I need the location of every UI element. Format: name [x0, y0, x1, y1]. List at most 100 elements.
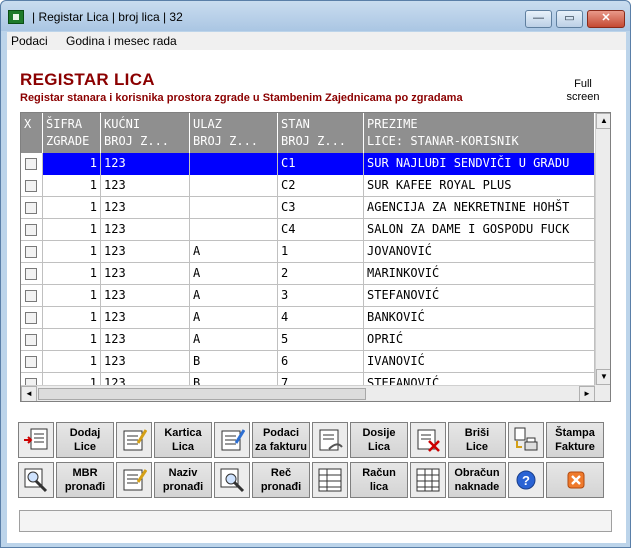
row-checkbox[interactable] — [25, 224, 37, 236]
cell-sifra[interactable]: 1 — [43, 307, 101, 329]
find-mbr-button[interactable]: MBR pronađi — [56, 462, 114, 498]
row-checkbox[interactable] — [25, 290, 37, 302]
cell-kucni[interactable]: 123 — [101, 175, 190, 197]
dossier-icon[interactable] — [312, 422, 348, 458]
table-row[interactable]: 1 123 C2 SUR KAFEE ROYAL PLUS — [21, 175, 595, 197]
search-word-icon[interactable] — [214, 462, 250, 498]
cell-kucni[interactable]: 123 — [101, 197, 190, 219]
cell-stan[interactable]: 1 — [278, 241, 364, 263]
cell-prezime[interactable]: IVANOVIĆ — [364, 351, 595, 373]
table-row[interactable]: 1 123 A 1 JOVANOVIĆ — [21, 241, 595, 263]
cell-ulaz[interactable]: A — [190, 329, 278, 351]
person-card-button[interactable]: Kartica Lica — [154, 422, 212, 458]
cell-kucni[interactable]: 123 — [101, 285, 190, 307]
exit-button[interactable] — [546, 462, 604, 498]
help-icon[interactable]: ? — [508, 462, 544, 498]
cell-prezime[interactable]: STEFANOVIĆ — [364, 285, 595, 307]
cell-sifra[interactable]: 1 — [43, 263, 101, 285]
row-checkbox[interactable] — [25, 312, 37, 324]
print-invoice-button[interactable]: Štampa Fakture — [546, 422, 604, 458]
cell-kucni[interactable]: 123 — [101, 351, 190, 373]
column-header[interactable]: STAN BROJ Z... — [278, 113, 364, 153]
cell-stan[interactable]: 5 — [278, 329, 364, 351]
cell-ulaz[interactable] — [190, 175, 278, 197]
maximize-button[interactable]: ▭ — [556, 10, 583, 28]
table-row[interactable]: 1 123 C3 AGENCIJA ZA NEKRETNINE HOHŠT — [21, 197, 595, 219]
fullscreen-button[interactable]: Full screen — [562, 78, 604, 104]
cell-sifra[interactable]: 1 — [43, 351, 101, 373]
cell-ulaz[interactable]: B — [190, 351, 278, 373]
vertical-scrollbar[interactable]: ▲ ▼ — [595, 113, 610, 385]
cell-prezime[interactable]: SUR NAJLUĐI SENDVIČI U GRADU — [364, 153, 595, 175]
fee-calculation-button[interactable]: Obračun naknade — [448, 462, 506, 498]
cell-ulaz[interactable]: A — [190, 241, 278, 263]
table-row[interactable]: 1 123 A 5 OPRIĆ — [21, 329, 595, 351]
cell-stan[interactable]: 4 — [278, 307, 364, 329]
column-header[interactable]: X — [21, 113, 43, 153]
scroll-up-icon[interactable]: ▲ — [596, 113, 610, 129]
dossier-button[interactable]: Dosije Lica — [350, 422, 408, 458]
add-record-icon[interactable] — [18, 422, 54, 458]
delete-record-icon[interactable] — [410, 422, 446, 458]
find-name-button[interactable]: Naziv pronađi — [154, 462, 212, 498]
cell-ulaz[interactable] — [190, 219, 278, 241]
scroll-right-icon[interactable]: ► — [579, 386, 595, 401]
cell-prezime[interactable]: SUR KAFEE ROYAL PLUS — [364, 175, 595, 197]
menu-godina-i-mesec-rada[interactable]: Godina i mesec rada — [66, 34, 177, 48]
row-checkbox[interactable] — [25, 246, 37, 258]
table-row[interactable]: 1 123 A 3 STEFANOVIĆ — [21, 285, 595, 307]
row-checkbox[interactable] — [25, 158, 37, 170]
row-checkbox[interactable] — [25, 334, 37, 346]
cell-sifra[interactable]: 1 — [43, 285, 101, 307]
cell-prezime[interactable]: BANKOVIĆ — [364, 307, 595, 329]
horizontal-scrollbar[interactable]: ◄ ► — [21, 385, 595, 401]
title-bar[interactable]: | Registar Lica | broj lica | 32 — ▭ ✕ — [1, 1, 630, 31]
cell-stan[interactable]: 2 — [278, 263, 364, 285]
cell-prezime[interactable]: OPRIĆ — [364, 329, 595, 351]
delete-person-button[interactable]: Briši Lice — [448, 422, 506, 458]
invoice-data-button[interactable]: Podaci za fakturu — [252, 422, 310, 458]
find-word-button[interactable]: Reč pronađi — [252, 462, 310, 498]
row-checkbox[interactable] — [25, 268, 37, 280]
row-checkbox[interactable] — [25, 180, 37, 192]
column-header[interactable]: ULAZ BROJ Z... — [190, 113, 278, 153]
cell-prezime[interactable]: MARINKOVIĆ — [364, 263, 595, 285]
cell-ulaz[interactable]: A — [190, 285, 278, 307]
cell-kucni[interactable]: 123 — [101, 153, 190, 175]
table-row[interactable]: 1 123 A 4 BANKOVIĆ — [21, 307, 595, 329]
cell-prezime[interactable]: SALON ZA DAME I GOSPODU FUCK — [364, 219, 595, 241]
card-edit-icon[interactable] — [116, 422, 152, 458]
cell-prezime[interactable]: JOVANOVIĆ — [364, 241, 595, 263]
cell-stan[interactable]: 3 — [278, 285, 364, 307]
close-button[interactable]: ✕ — [587, 10, 625, 28]
cell-kucni[interactable]: 123 — [101, 329, 190, 351]
search-mbr-icon[interactable] — [18, 462, 54, 498]
cell-stan[interactable]: C2 — [278, 175, 364, 197]
cell-ulaz[interactable] — [190, 153, 278, 175]
cell-kucni[interactable]: 123 — [101, 263, 190, 285]
column-header[interactable]: KUĆNI BROJ Z... — [101, 113, 190, 153]
cell-sifra[interactable]: 1 — [43, 219, 101, 241]
cell-stan[interactable]: 6 — [278, 351, 364, 373]
table-row[interactable]: 1 123 B 6 IVANOVIĆ — [21, 351, 595, 373]
table-row[interactable]: 1 123 C4 SALON ZA DAME I GOSPODU FUCK — [21, 219, 595, 241]
cell-sifra[interactable]: 1 — [43, 241, 101, 263]
menu-podaci[interactable]: Podaci — [11, 34, 48, 48]
add-person-button[interactable]: Dodaj Lice — [56, 422, 114, 458]
minimize-button[interactable]: — — [525, 10, 552, 28]
row-checkbox[interactable] — [25, 202, 37, 214]
calculation-icon[interactable] — [410, 462, 446, 498]
invoice-data-icon[interactable] — [214, 422, 250, 458]
cell-ulaz[interactable] — [190, 197, 278, 219]
cell-ulaz[interactable]: A — [190, 307, 278, 329]
cell-stan[interactable]: C3 — [278, 197, 364, 219]
cell-stan[interactable]: C4 — [278, 219, 364, 241]
cell-kucni[interactable]: 123 — [101, 307, 190, 329]
scroll-down-icon[interactable]: ▼ — [596, 369, 610, 385]
account-icon[interactable] — [312, 462, 348, 498]
column-header[interactable]: PREZIME LICE: STANAR-KORISNIK — [364, 113, 595, 153]
cell-kucni[interactable]: 123 — [101, 219, 190, 241]
cell-prezime[interactable]: AGENCIJA ZA NEKRETNINE HOHŠT — [364, 197, 595, 219]
person-account-button[interactable]: Račun lica — [350, 462, 408, 498]
cell-sifra[interactable]: 1 — [43, 197, 101, 219]
